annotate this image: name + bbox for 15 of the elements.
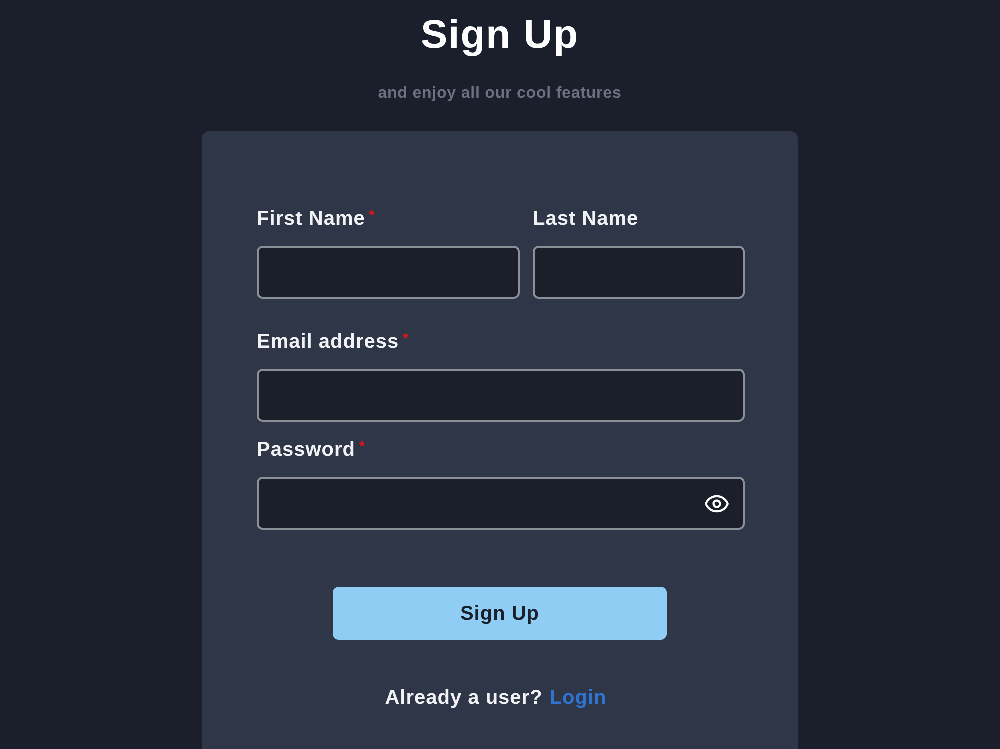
- sign-up-button[interactable]: Sign Up: [333, 587, 667, 640]
- input-field[interactable]: [533, 246, 745, 299]
- field-label: Email address: [257, 330, 400, 355]
- field-label: Password: [257, 438, 356, 463]
- password-field[interactable]: [257, 477, 745, 530]
- input-field[interactable]: [257, 246, 520, 299]
- input-field[interactable]: [257, 369, 745, 422]
- required-asterisk: *: [403, 329, 409, 348]
- required-asterisk: *: [359, 437, 365, 456]
- page-subtitle: and enjoy all our cool features: [378, 84, 622, 104]
- field-label: Last Name: [533, 207, 639, 232]
- login-prompt: Already a user?: [385, 686, 543, 711]
- required-asterisk: *: [369, 206, 375, 225]
- field-label: First Name: [257, 207, 366, 232]
- page-title: Sign Up: [420, 12, 580, 59]
